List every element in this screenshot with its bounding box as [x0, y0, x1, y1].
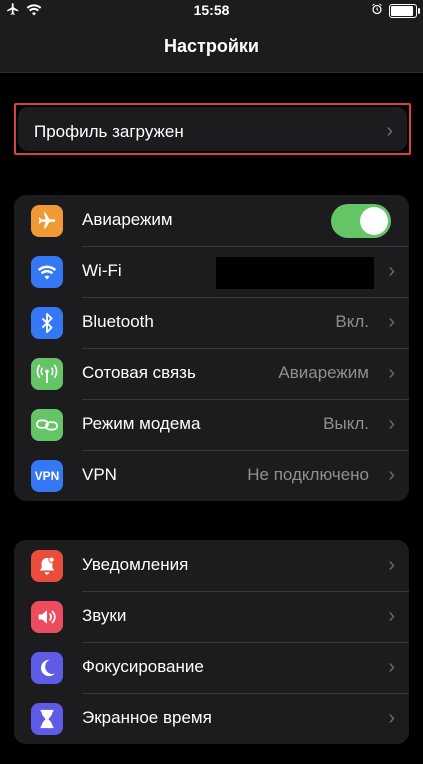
settings-row-screen-time[interactable]: Экранное время › [14, 693, 409, 744]
navigation-bar: Настройки [0, 22, 423, 73]
row-separator [82, 399, 409, 400]
page-title: Настройки [164, 36, 259, 56]
chevron-right-icon: › [388, 413, 395, 435]
settings-row-vpn[interactable]: VPN VPN Не подключено › [14, 450, 409, 501]
profile-downloaded-highlight: Профиль загружен › [14, 103, 411, 155]
row-separator [82, 642, 409, 643]
battery-level [391, 6, 413, 16]
hotspot-icon [31, 409, 63, 441]
status-time: 15:58 [193, 2, 230, 18]
moon-icon [31, 652, 63, 684]
chevron-right-icon: › [388, 656, 395, 678]
wifi-icon [31, 256, 63, 288]
chevron-right-icon: › [388, 362, 395, 384]
row-value: Вкл. [335, 312, 369, 331]
chevron-right-icon: › [388, 260, 395, 282]
toggle-knob [360, 207, 388, 235]
settings-row-cellular[interactable]: Сотовая связь Авиарежим › [14, 348, 409, 399]
bell-icon [31, 550, 63, 582]
settings-row-focus[interactable]: Фокусирование › [14, 642, 409, 693]
row-separator [82, 348, 409, 349]
chevron-right-icon: › [388, 311, 395, 333]
connectivity-group: Авиарежим Wi-Fi › Bluetooth Вкл. › Сотов… [14, 195, 409, 501]
row-label: Режим модема [82, 414, 201, 433]
vpn-icon: VPN [31, 460, 63, 492]
row-label: Уведомления [82, 555, 189, 574]
settings-row-personal-hotspot[interactable]: Режим модема Выкл. › [14, 399, 409, 450]
redacted-network-name [216, 257, 374, 289]
profile-downloaded-row[interactable]: Профиль загружен › [18, 107, 407, 151]
row-label: Звуки [82, 606, 127, 625]
row-label: Фокусирование [82, 657, 204, 676]
airplane-mode-toggle[interactable] [331, 204, 391, 238]
airplane-icon [31, 205, 63, 237]
row-label: Экранное время [82, 708, 212, 727]
battery-icon [389, 4, 420, 18]
chevron-right-icon: › [388, 707, 395, 729]
chevron-right-icon: › [388, 464, 395, 486]
row-value: Не подключено [247, 465, 369, 484]
row-separator [82, 246, 409, 247]
status-right [371, 2, 420, 20]
settings-row-airplane-mode[interactable]: Авиарежим [14, 195, 409, 246]
chevron-right-icon: › [388, 605, 395, 627]
settings-row-bluetooth[interactable]: Bluetooth Вкл. › [14, 297, 409, 348]
settings-row-wifi[interactable]: Wi-Fi › [14, 246, 409, 297]
row-label: Сотовая связь [82, 363, 196, 382]
row-label: Bluetooth [82, 312, 154, 331]
row-value: Выкл. [323, 414, 369, 433]
notifications-group: Уведомления › Звуки › Фокусирование › Эк… [14, 540, 409, 744]
speaker-icon [31, 601, 63, 633]
vpn-icon-text: VPN [34, 469, 60, 483]
status-bar: 15:58 [0, 0, 423, 22]
hourglass-icon [31, 703, 63, 735]
row-label: Wi-Fi [82, 261, 122, 280]
settings-row-sounds[interactable]: Звуки › [14, 591, 409, 642]
row-separator [82, 450, 409, 451]
antenna-icon [31, 358, 63, 390]
row-value: Авиарежим [278, 363, 369, 382]
chevron-right-icon: › [386, 120, 393, 142]
row-separator [82, 693, 409, 694]
row-label: VPN [82, 465, 117, 484]
row-separator [82, 591, 409, 592]
chevron-right-icon: › [388, 554, 395, 576]
profile-downloaded-label: Профиль загружен [34, 122, 184, 141]
bluetooth-icon [31, 307, 63, 339]
settings-row-notifications[interactable]: Уведомления › [14, 540, 409, 591]
alarm-icon [371, 2, 383, 20]
row-separator [82, 297, 409, 298]
row-label: Авиарежим [82, 210, 173, 229]
